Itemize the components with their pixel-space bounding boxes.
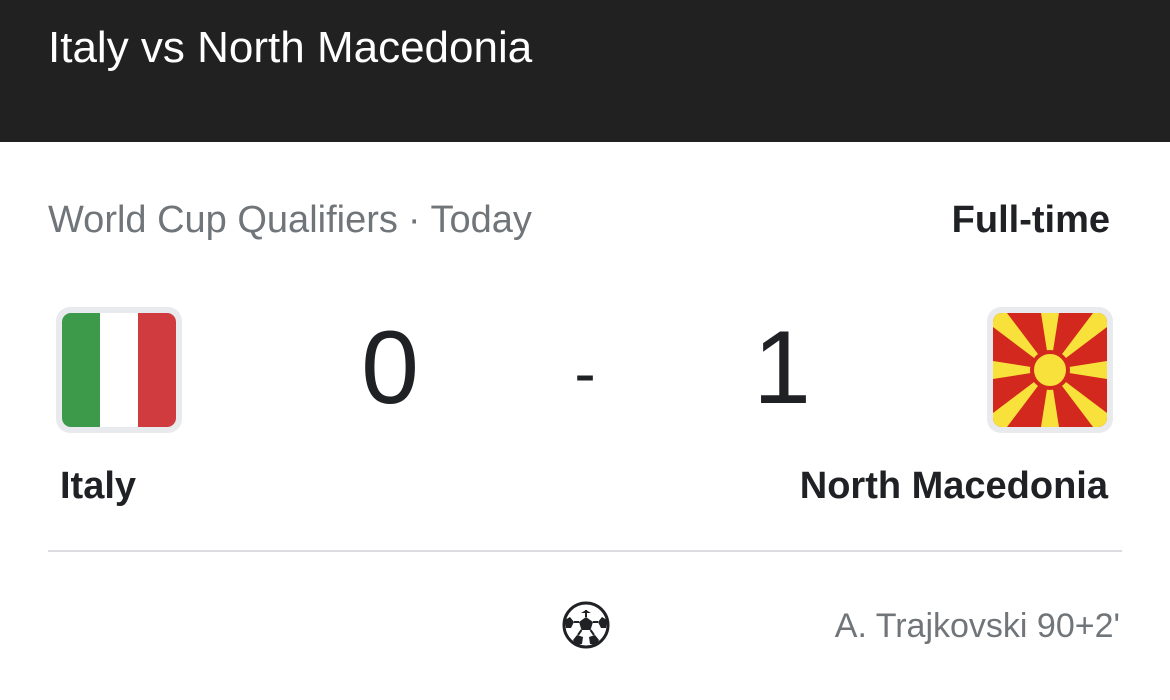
north-macedonia-flag-icon [993,313,1107,427]
home-score: 0 [361,310,419,426]
soccer-ball-icon [561,600,611,650]
away-team-flag[interactable] [987,307,1113,433]
match-status: Full-time [951,199,1110,241]
meta-separator: · [407,199,421,241]
italy-flag-icon [62,313,176,427]
home-team-name[interactable]: Italy [60,462,136,510]
match-date: Today [430,199,532,241]
competition-label[interactable]: World Cup Qualifiers [48,199,398,241]
away-score: 1 [753,310,811,426]
match-meta: World Cup Qualifiers · Today Full-time [48,194,1110,246]
away-team-name[interactable]: North Macedonia [800,462,1108,510]
goal-event-row: A. Trajkovski 90+2' [48,596,1120,656]
match-info: World Cup Qualifiers · Today [48,196,532,244]
score-separator: - [574,337,596,409]
header-bar: Italy vs North Macedonia [0,0,1170,142]
home-team-flag[interactable] [56,307,182,433]
goal-scorer[interactable]: A. Trajkovski 90+2' [835,604,1120,648]
page-title: Italy vs North Macedonia [48,23,533,72]
divider [48,550,1122,552]
